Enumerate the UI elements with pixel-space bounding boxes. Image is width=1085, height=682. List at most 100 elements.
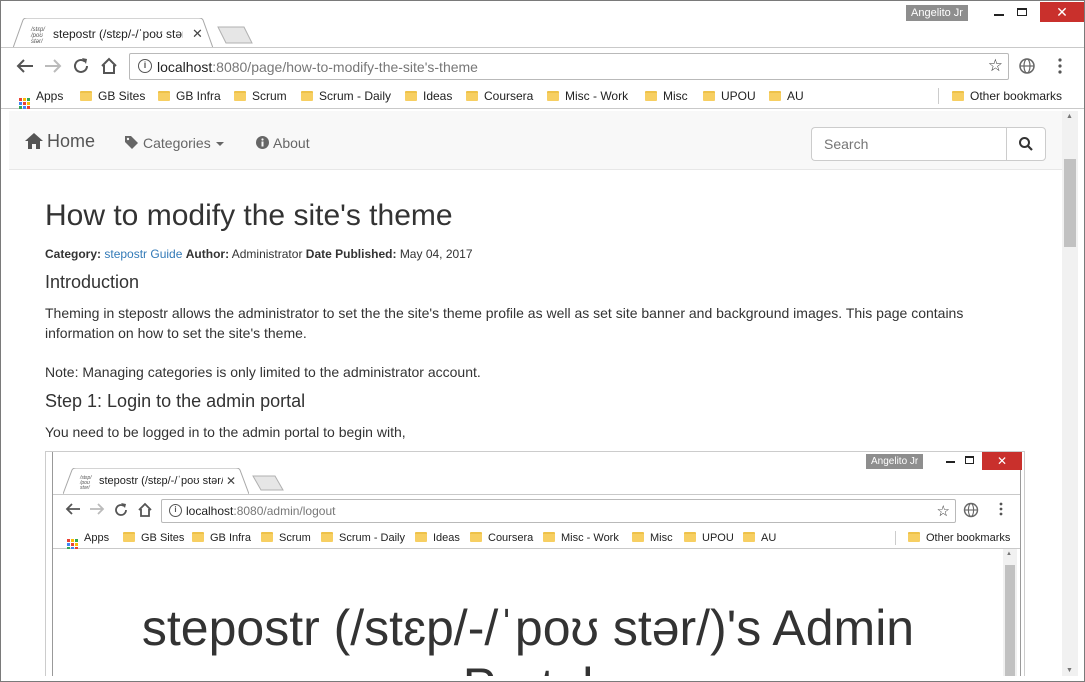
- section-heading-step1: Step 1: Login to the admin portal: [45, 391, 306, 411]
- bookmark-folder[interactable]: Ideas: [405, 87, 452, 105]
- folder-icon: [743, 532, 755, 542]
- article-meta: Category: stepostr Guide Author: Adminis…: [45, 247, 473, 261]
- maximize-button[interactable]: [1002, 2, 1042, 22]
- globe-icon: [1019, 58, 1035, 74]
- address-bar[interactable]: i localhost:8080/page/how-to-modify-the-…: [129, 53, 1009, 80]
- screenshot-back-arrow-icon: [65, 503, 80, 515]
- search-input[interactable]: [811, 127, 1007, 161]
- screenshot-kebab-menu-icon: [999, 502, 1003, 516]
- profile-badge[interactable]: Angelito Jr: [906, 5, 968, 21]
- folder-icon: [405, 91, 417, 101]
- folder-icon: [769, 91, 781, 101]
- back-button[interactable]: [15, 56, 35, 76]
- bookmark-folder[interactable]: Misc - Work: [547, 87, 628, 105]
- folder-icon: [158, 91, 170, 101]
- translate-button[interactable]: [1017, 56, 1037, 76]
- page-title: How to modify the site's theme: [45, 199, 453, 232]
- page-viewport: Home Categories About How to modify the …: [9, 111, 1062, 676]
- folder-icon: [80, 91, 92, 101]
- folder-icon: [543, 532, 555, 542]
- article-screenshot-image: Angelito Jr ✕ /stɛp/ /poʊ stər/ stepostr…: [45, 451, 1025, 676]
- bookmark-other[interactable]: Other bookmarks: [952, 87, 1062, 105]
- screenshot-close-icon: ✕: [982, 452, 1022, 470]
- navbar-categories-dropdown[interactable]: Categories: [125, 135, 224, 151]
- close-window-button[interactable]: ✕: [1040, 2, 1084, 22]
- site-info-icon[interactable]: i: [138, 59, 152, 73]
- address-url[interactable]: localhost:8080/page/how-to-modify-the-si…: [157, 59, 478, 75]
- screenshot-favicon-icon: /stɛp/ /poʊ stər/: [80, 475, 92, 491]
- bookmark-folder[interactable]: AU: [769, 87, 804, 105]
- tab-close-icon[interactable]: ✕: [192, 26, 203, 42]
- screenshot-bookmark-folder: Scrum: [261, 529, 311, 547]
- folder-icon: [632, 532, 644, 542]
- screenshot-forward-arrow-icon: [90, 503, 105, 515]
- screenshot-scrollbar: ▲: [1003, 549, 1017, 676]
- scroll-up-icon[interactable]: ▲: [1066, 113, 1073, 120]
- screenshot-bookmark-folder: Ideas: [415, 529, 460, 547]
- bookmark-star-icon[interactable]: ☆: [988, 56, 1003, 76]
- screenshot-bookmarks-divider: [895, 531, 896, 545]
- folder-icon: [192, 532, 204, 542]
- scroll-thumb[interactable]: [1064, 159, 1076, 247]
- forward-arrow-icon: [45, 59, 62, 73]
- screenshot-reload-icon: [115, 503, 127, 516]
- site-favicon-icon: /stɛp/ /poʊ stər/: [31, 27, 45, 45]
- apps-grid-icon: [19, 98, 30, 109]
- screenshot-globe-icon: [963, 502, 979, 518]
- new-tab-button[interactable]: [216, 25, 256, 45]
- navbar-home-link[interactable]: Home: [25, 131, 95, 152]
- bookmark-folder[interactable]: Misc: [645, 87, 688, 105]
- screenshot-site-info-icon: i: [169, 504, 182, 517]
- menu-button[interactable]: [1050, 56, 1070, 76]
- bookmark-folder[interactable]: Scrum - Daily: [301, 87, 391, 105]
- home-button[interactable]: [99, 56, 119, 76]
- browser-window: Angelito Jr ✕ /stɛp/ /poʊ stər/ stepostr…: [0, 0, 1085, 682]
- bookmark-folder[interactable]: GB Infra: [158, 87, 221, 105]
- bookmark-folder[interactable]: UPOU: [703, 87, 756, 105]
- bookmark-apps[interactable]: Apps: [19, 87, 63, 109]
- screenshot-tab-close-icon: ✕: [226, 474, 237, 488]
- title-bar: Angelito Jr ✕ /stɛp/ /poʊ stər/ stepostr…: [1, 1, 1084, 48]
- browser-tab[interactable]: /stɛp/ /poʊ stər/ stepostr (/stɛp/-/ˈpoʊ…: [13, 18, 213, 48]
- folder-icon: [261, 532, 273, 542]
- screenshot-toolbar: i localhost:8080/admin/logout ☆: [53, 494, 1020, 527]
- tab-title: stepostr (/stɛp/-/ˈpoʊ stər/)'s Help Pag…: [53, 27, 183, 41]
- reload-button[interactable]: [71, 56, 91, 76]
- navbar-about-link[interactable]: About: [256, 135, 310, 151]
- screenshot-star-icon: ☆: [936, 503, 950, 520]
- bookmark-folder[interactable]: Scrum: [234, 87, 287, 105]
- intro-paragraph: Theming in stepostr allows the administr…: [45, 305, 964, 341]
- folder-icon: [908, 532, 920, 542]
- folder-icon: [466, 91, 478, 101]
- caret-down-icon: [215, 142, 224, 146]
- screenshot-address-url: localhost:8080/admin/logout: [186, 504, 336, 518]
- home-icon: [101, 57, 117, 74]
- reload-icon: [74, 58, 88, 73]
- tag-icon: [125, 136, 138, 149]
- back-arrow-icon: [16, 59, 33, 73]
- close-icon: ✕: [1056, 4, 1068, 20]
- category-link[interactable]: stepostr Guide: [104, 247, 182, 261]
- screenshot-scroll-up-icon: ▲: [1006, 551, 1012, 557]
- folder-icon: [301, 91, 313, 101]
- screenshot-bookmark-folder: Coursera: [470, 529, 533, 547]
- step1-paragraph: You need to be logged in to the admin po…: [45, 424, 406, 440]
- folder-icon: [703, 91, 715, 101]
- page-scrollbar[interactable]: ▲ ▼: [1062, 111, 1078, 676]
- search-button[interactable]: [1006, 127, 1046, 161]
- screenshot-bookmarks-bar: Apps GB Sites GB Infra Scrum Scrum - Dai…: [53, 527, 1020, 550]
- screenshot-bookmark-folder: Misc - Work: [543, 529, 619, 547]
- screenshot-new-tab-icon: [252, 475, 284, 491]
- home-icon: [25, 133, 43, 149]
- folder-icon: [645, 91, 657, 101]
- screenshot-bookmark-folder: Scrum - Daily: [321, 529, 405, 547]
- screenshot-bookmark-folder: UPOU: [684, 529, 734, 547]
- bookmark-folder[interactable]: Coursera: [466, 87, 533, 105]
- folder-icon: [415, 532, 427, 542]
- forward-button[interactable]: [43, 56, 63, 76]
- maximize-icon: [1017, 8, 1027, 16]
- screenshot-tab: /stɛp/ /poʊ stər/ stepostr (/stɛp/-/ˈpoʊ…: [63, 468, 249, 494]
- screenshot-bookmark-folder: GB Sites: [123, 529, 184, 547]
- scroll-down-icon[interactable]: ▼: [1066, 667, 1073, 674]
- bookmark-folder[interactable]: GB Sites: [80, 87, 145, 105]
